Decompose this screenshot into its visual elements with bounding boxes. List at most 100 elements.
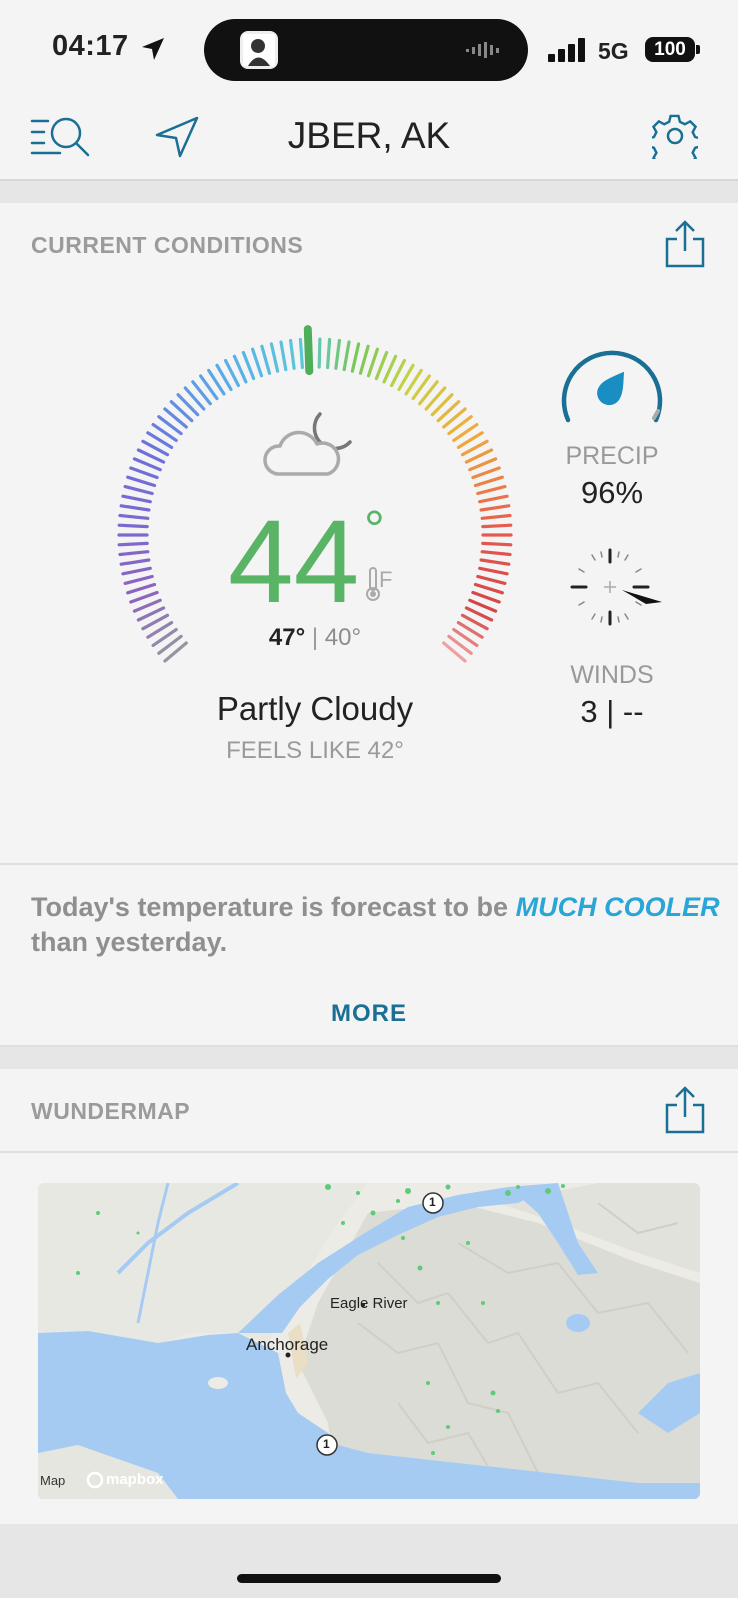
gauge-tick <box>479 504 511 512</box>
precip-gauge-icon[interactable] <box>556 334 668 434</box>
forecast-text-end: than yesterday. <box>31 927 228 957</box>
high-temp: 47° <box>268 624 306 651</box>
audio-wave-icon <box>466 42 499 58</box>
location-title[interactable]: JBER, AK <box>0 115 738 157</box>
clock: 04:17 <box>52 30 129 62</box>
precip-value: 96% <box>580 475 644 510</box>
share-icon[interactable] <box>664 219 706 269</box>
section-gap <box>0 1047 738 1069</box>
wundermap-header: WUNDERMAP <box>0 1069 738 1153</box>
gauge-tick <box>117 523 149 529</box>
high-low-temps: 47° | 40° <box>200 624 430 652</box>
degree-symbol: ° <box>364 501 385 559</box>
gauge-tick <box>480 550 512 557</box>
gauge-tick <box>476 574 507 585</box>
wind-compass-icon[interactable] <box>562 546 672 632</box>
app-header: JBER, AK <box>0 95 738 181</box>
map-label-anchorage: Anchorage <box>246 1335 329 1354</box>
current-temperature: 44 <box>228 496 360 628</box>
gauge-tick <box>129 466 159 480</box>
map-terrain <box>38 1183 700 1499</box>
gauge-tick <box>358 344 370 375</box>
gauge-tick <box>298 337 304 370</box>
gauge-tick <box>478 494 509 504</box>
forecast-emphasis: MUCH COOLER <box>515 892 720 922</box>
map-route-shield: 1 <box>323 1437 330 1451</box>
status-bar: 04:17 5G 100 <box>0 0 738 95</box>
now-playing-thumbnail-icon <box>240 31 278 69</box>
winds-label: WINDS <box>570 661 654 689</box>
gauge-tick <box>478 566 509 576</box>
current-conditions-header: CURRENT CONDITIONS <box>0 203 738 287</box>
share-icon[interactable] <box>664 1085 706 1135</box>
gauge-tick <box>121 566 152 576</box>
gauge-tick <box>334 338 341 370</box>
gauge-tick <box>481 541 513 547</box>
gauge-tick <box>118 513 150 520</box>
partly-cloudy-night-icon <box>263 412 352 476</box>
section-title: CURRENT CONDITIONS <box>31 232 304 258</box>
gauge-tick <box>471 466 501 480</box>
gauge-tick <box>132 598 162 613</box>
map-attribution[interactable]: Map <box>40 1473 65 1488</box>
temperature-unit[interactable]: F <box>379 567 392 593</box>
gauge-tick <box>126 582 157 595</box>
more-button[interactable]: MORE <box>0 983 738 1047</box>
low-temp: 40° <box>324 624 362 651</box>
gauge-tick <box>479 558 511 566</box>
gauge-tick <box>473 475 504 488</box>
gauge-tick <box>121 494 152 504</box>
forecast-text: Today's temperature is forecast to be MU… <box>31 890 721 960</box>
gauge-tick <box>289 338 296 370</box>
home-indicator[interactable] <box>237 1574 501 1583</box>
gauge-tick <box>366 347 379 378</box>
gauge-tick <box>473 582 504 595</box>
gauge-tick <box>317 337 322 369</box>
gauge-tick <box>132 457 162 472</box>
location-services-icon <box>142 38 164 60</box>
gauge-tick <box>129 590 159 604</box>
gauge-tick <box>118 550 150 557</box>
winds-value: 3 | -- <box>580 694 644 729</box>
gauge-tick <box>374 350 389 381</box>
battery-indicator: 100 <box>645 37 695 62</box>
bottom-area <box>0 1524 738 1598</box>
gauge-tick <box>326 337 332 370</box>
gauge-tick <box>279 340 288 372</box>
precip-label: PRECIP <box>565 442 659 470</box>
gauge-tick <box>260 344 272 375</box>
gear-icon[interactable] <box>652 113 698 159</box>
more-label: MORE <box>331 1000 407 1027</box>
cellular-signal-icon <box>548 38 585 62</box>
map-route-shield: 1 <box>429 1195 436 1209</box>
feels-like: FEELS LIKE 42° <box>226 737 404 764</box>
condition-phrase: Partly Cloudy <box>216 690 414 727</box>
forecast-note: Today's temperature is forecast to be MU… <box>0 863 738 985</box>
gauge-tick <box>471 590 501 604</box>
gauge-tick <box>476 485 507 496</box>
network-type: 5G <box>598 38 629 64</box>
gauge-tick <box>119 558 151 566</box>
gauge-tick <box>126 475 157 488</box>
gauge-tick <box>480 513 512 520</box>
gauge-tick <box>123 574 154 585</box>
forecast-text-start: Today's temperature is forecast to be <box>31 892 516 922</box>
gauge-tick <box>241 350 256 381</box>
battery-tip <box>696 45 700 54</box>
wundermap-map[interactable]: Eagle River Anchorage 1 1 Map mapbox <box>38 1183 700 1499</box>
mapbox-logo-icon <box>86 1471 104 1489</box>
mapbox-logo: mapbox <box>106 1471 164 1488</box>
gauge-tick <box>350 342 361 373</box>
gauge-tick <box>117 541 149 547</box>
section-gap <box>0 181 738 203</box>
gauge-tick <box>481 523 513 529</box>
high-low-separator: | <box>311 624 319 651</box>
gauge-tick <box>251 347 264 378</box>
gauge-current-marker <box>303 325 314 376</box>
gauge-tick <box>269 342 280 373</box>
gauge-tick <box>468 598 498 613</box>
gauge-tick <box>123 485 154 496</box>
section-title: WUNDERMAP <box>31 1098 191 1124</box>
gauge-tick <box>119 504 151 512</box>
map-label-eagle-river: Eagle River <box>330 1295 408 1312</box>
